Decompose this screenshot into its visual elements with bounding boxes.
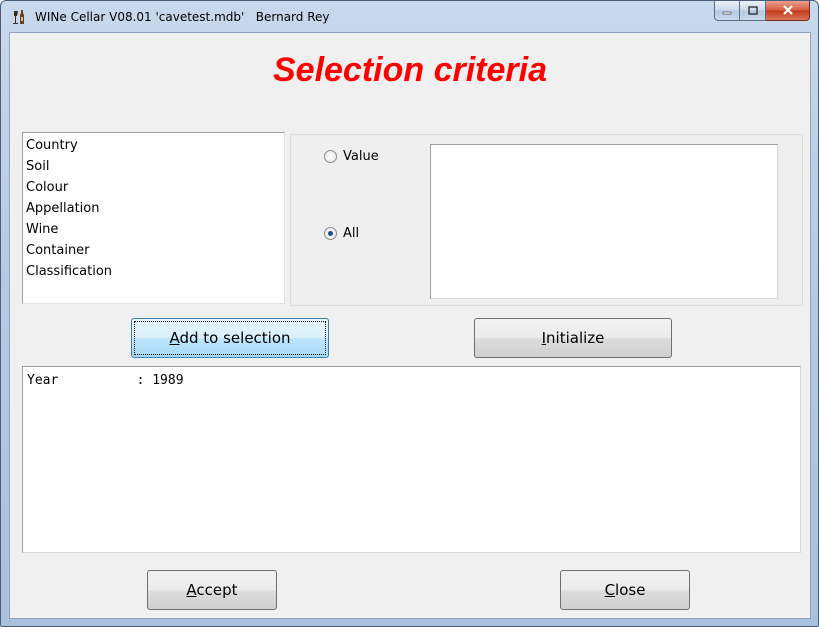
accept-label: Accept bbox=[186, 581, 237, 599]
criteria-options-panel: Value All bbox=[290, 134, 803, 306]
initialize-button[interactable]: Initialize bbox=[474, 318, 672, 358]
close-icon bbox=[782, 1, 794, 20]
value-radio-label: Value bbox=[343, 149, 379, 164]
all-radio[interactable]: All bbox=[324, 226, 359, 241]
maximize-icon bbox=[747, 1, 758, 20]
list-item[interactable]: Country bbox=[26, 135, 281, 156]
close-window-button[interactable] bbox=[766, 1, 810, 21]
value-radio[interactable]: Value bbox=[324, 149, 379, 164]
list-item[interactable]: Appellation bbox=[26, 198, 281, 219]
initialize-text: nitialize bbox=[546, 329, 605, 347]
list-item[interactable]: Soil bbox=[26, 156, 281, 177]
add-to-selection-text: dd to selection bbox=[179, 329, 291, 347]
add-to-selection-label: Add to selection bbox=[169, 329, 290, 347]
close-label: Close bbox=[605, 581, 646, 599]
accept-button[interactable]: Accept bbox=[147, 570, 277, 610]
wine-icon[interactable] bbox=[11, 9, 27, 25]
criteria-list[interactable]: Country Soil Colour Appellation Wine Con… bbox=[22, 132, 285, 304]
page-title: Selection criteria bbox=[272, 51, 547, 89]
list-item[interactable]: Wine bbox=[26, 219, 281, 240]
selection-line: Year : 1989 bbox=[27, 373, 184, 388]
maximize-button[interactable] bbox=[740, 1, 766, 21]
accelerator-key: C bbox=[604, 581, 616, 599]
minimize-icon bbox=[722, 1, 732, 20]
list-item[interactable]: Container bbox=[26, 240, 281, 261]
title-bar[interactable]: WINe Cellar V08.01 'cavetest.mdb' Bernar… bbox=[1, 1, 818, 35]
accept-text: ccept bbox=[196, 581, 238, 599]
list-item[interactable]: Colour bbox=[26, 177, 281, 198]
all-radio-label: All bbox=[343, 226, 360, 241]
radio-unchecked-icon bbox=[324, 150, 337, 163]
radio-checked-icon bbox=[324, 227, 337, 240]
accelerator-key: A bbox=[169, 329, 180, 347]
caption-buttons bbox=[714, 1, 810, 23]
window-title: WINe Cellar V08.01 'cavetest.mdb' Bernar… bbox=[35, 10, 330, 24]
application-window: WINe Cellar V08.01 'cavetest.mdb' Bernar… bbox=[0, 0, 819, 627]
close-button[interactable]: Close bbox=[560, 570, 690, 610]
dialog-client-area: Selection criteria Country Soil Colour A… bbox=[9, 32, 811, 619]
selection-text-area[interactable]: Year : 1989 bbox=[22, 366, 801, 553]
close-text: lose bbox=[615, 581, 646, 599]
add-to-selection-button[interactable]: Add to selection bbox=[131, 318, 329, 358]
minimize-button[interactable] bbox=[714, 1, 740, 21]
accelerator-key: A bbox=[186, 581, 197, 599]
initialize-label: Initialize bbox=[542, 329, 605, 347]
value-list[interactable] bbox=[430, 144, 778, 299]
list-item[interactable]: Classification bbox=[26, 261, 281, 282]
